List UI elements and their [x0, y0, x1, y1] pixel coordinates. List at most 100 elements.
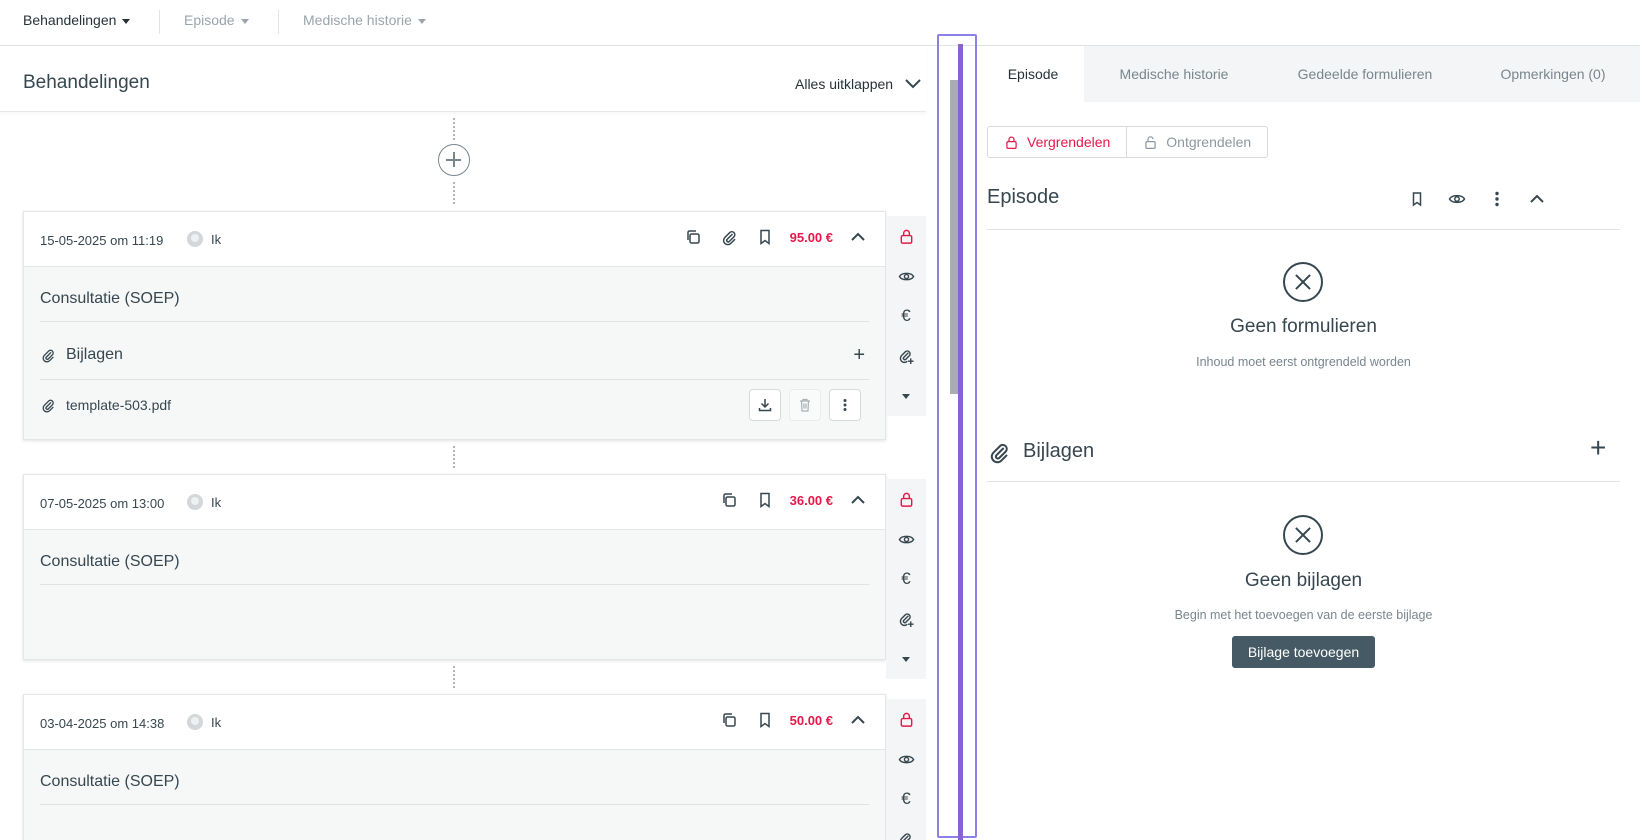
bookmark-icon[interactable] — [754, 226, 776, 248]
more-options-button[interactable] — [829, 389, 861, 421]
attachments-label: Bijlagen — [66, 346, 123, 363]
unlock-button-label: Ontgrendelen — [1166, 134, 1252, 150]
add-attachment-button[interactable]: Bijlage toevoegen — [1232, 636, 1375, 668]
card-header[interactable]: 03-04-2025 om 14:38 Ik 50.00 € — [24, 695, 885, 750]
copy-icon[interactable] — [718, 489, 740, 511]
attach-add-icon[interactable] — [886, 819, 926, 840]
chevron-down-icon — [905, 79, 921, 89]
card-header[interactable]: 07-05-2025 om 13:00 Ik 36.00 € — [24, 475, 885, 530]
lock-button[interactable]: Vergrendelen — [987, 126, 1128, 158]
empty-forms-subtitle: Inhoud moet eerst ontgrendeld worden — [1196, 355, 1411, 369]
divider — [40, 584, 869, 585]
treatment-price: 95.00 € — [789, 229, 833, 245]
treatment-date: 03-04-2025 om 14:38 — [40, 716, 165, 731]
eye-icon[interactable] — [886, 739, 926, 779]
user-name: Ik — [211, 231, 222, 247]
bookmark-icon[interactable] — [1406, 188, 1428, 210]
avatar — [187, 231, 203, 247]
caret-down-icon — [417, 18, 426, 24]
nav-episode[interactable]: Episode — [184, 12, 249, 28]
lock-icon[interactable] — [886, 699, 926, 739]
tab-gedeelde-formulieren[interactable]: Gedeelde formulieren — [1264, 46, 1466, 102]
treatment-price: 36.00 € — [789, 492, 833, 508]
copy-icon[interactable] — [682, 226, 704, 248]
card-actions: 95.00 € — [682, 226, 869, 248]
paperclip-icon[interactable] — [718, 226, 740, 248]
euro-icon[interactable]: € — [886, 559, 926, 599]
eye-icon[interactable] — [886, 256, 926, 296]
treatment-user: Ik — [187, 494, 221, 510]
avatar — [187, 494, 203, 510]
treatment-card: 15-05-2025 om 11:19 Ik 95.00 € Consultat… — [23, 211, 886, 440]
lock-icon[interactable] — [886, 216, 926, 256]
bookmark-icon[interactable] — [754, 489, 776, 511]
file-name[interactable]: template-503.pdf — [66, 397, 171, 413]
episode-section-actions — [1406, 188, 1548, 210]
treatment-type: Consultatie (SOEP) — [40, 553, 180, 570]
download-button[interactable] — [749, 389, 781, 421]
attachment-file-row: template-503.pdf — [40, 389, 869, 421]
empty-forms-title: Geen formulieren — [1230, 316, 1377, 337]
attach-add-icon[interactable] — [886, 599, 926, 639]
attachments-section-title: Bijlagen — [1023, 440, 1095, 462]
panel-resize-handle[interactable] — [958, 44, 963, 840]
treatment-date: 15-05-2025 om 11:19 — [40, 233, 164, 248]
treatment-price: 50.00 € — [789, 712, 833, 728]
card-side-actions: € — [886, 699, 926, 840]
eye-icon[interactable] — [1446, 188, 1468, 210]
more-vertical-icon[interactable] — [1486, 188, 1508, 210]
lock-icon[interactable] — [886, 479, 926, 519]
timeline-connector — [453, 446, 455, 468]
attach-add-icon[interactable] — [886, 336, 926, 376]
copy-icon[interactable] — [718, 709, 740, 731]
attachments-row: Bijlagen + — [40, 344, 869, 367]
unlock-button[interactable]: Ontgrendelen — [1127, 126, 1269, 158]
tab-medische-historie[interactable]: Medische historie — [1084, 46, 1264, 102]
expand-all-button[interactable]: Alles uitklappen — [795, 76, 921, 92]
nav-behandelingen[interactable]: Behandelingen — [23, 12, 131, 28]
treatment-user: Ik — [187, 714, 221, 730]
euro-icon[interactable]: € — [886, 779, 926, 819]
nav-medische-historie[interactable]: Medische historie — [303, 12, 426, 28]
eye-icon[interactable] — [886, 519, 926, 559]
caret-down-icon — [240, 18, 249, 24]
lock-toggle-group: Vergrendelen Ontgrendelen — [987, 126, 1269, 158]
add-attachment-icon[interactable]: + — [1590, 434, 1606, 462]
divider — [987, 481, 1620, 482]
card-header[interactable]: 15-05-2025 om 11:19 Ik 95.00 € — [24, 212, 885, 267]
chevron-up-icon[interactable] — [847, 489, 869, 511]
top-navigation: Behandelingen Episode Medische historie — [0, 0, 1640, 46]
tab-episode[interactable]: Episode — [982, 46, 1084, 102]
add-treatment-button[interactable] — [438, 144, 470, 176]
euro-icon[interactable]: € — [886, 296, 926, 336]
unlock-icon — [1145, 135, 1157, 149]
lock-icon — [1006, 135, 1017, 149]
paperclip-icon — [42, 399, 54, 413]
tab-opmerkingen[interactable]: Opmerkingen (0) — [1466, 46, 1640, 102]
caret-down-icon[interactable] — [886, 639, 926, 679]
nav-behandelingen-label: Behandelingen — [23, 12, 117, 28]
chevron-up-icon[interactable] — [847, 709, 869, 731]
bookmark-icon[interactable] — [754, 709, 776, 731]
more-vertical-icon — [843, 399, 847, 411]
divider — [40, 804, 869, 805]
user-name: Ik — [211, 494, 222, 510]
treatment-user: Ik — [187, 231, 221, 247]
treatment-type: Consultatie (SOEP) — [40, 290, 180, 307]
divider — [40, 379, 869, 380]
chevron-up-icon[interactable] — [1526, 188, 1548, 210]
chevron-up-icon[interactable] — [847, 226, 869, 248]
divider — [987, 229, 1620, 230]
paperclip-icon — [990, 443, 1008, 464]
timeline-connector — [453, 666, 455, 688]
user-name: Ik — [211, 714, 222, 730]
treatment-date: 07-05-2025 om 13:00 — [40, 496, 165, 511]
timeline-connector — [453, 118, 455, 140]
trash-icon — [800, 398, 810, 412]
add-attachment-icon[interactable]: + — [853, 344, 865, 367]
expand-all-label: Alles uitklappen — [795, 76, 894, 92]
delete-button[interactable] — [789, 389, 821, 421]
caret-down-icon[interactable] — [886, 376, 926, 416]
card-side-actions: € — [886, 216, 926, 416]
close-circle-icon — [1283, 515, 1323, 555]
